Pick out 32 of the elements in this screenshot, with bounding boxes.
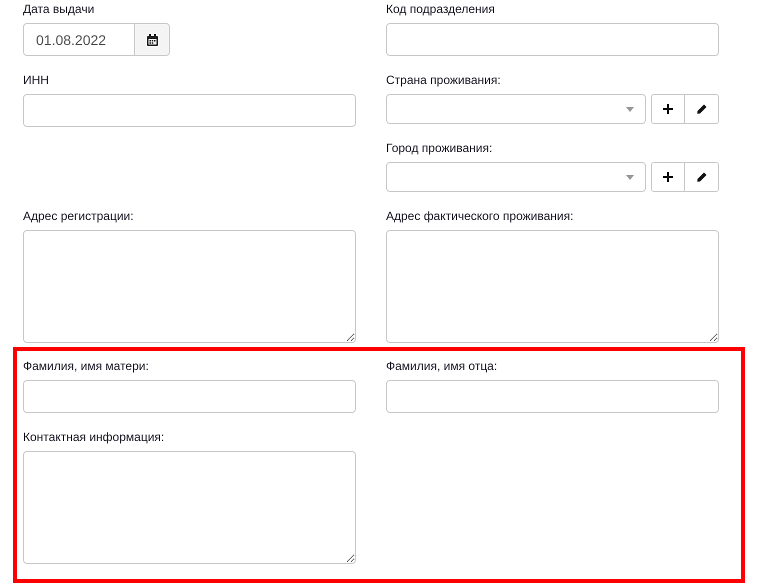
field-label: Фамилия, имя матери: [23,358,150,374]
input-field[interactable] [386,380,719,413]
field-label: Страна проживания: [386,72,502,88]
field-label: Контактная информация: [23,429,166,445]
field-label: Дата выдачи [23,1,96,17]
text-area[interactable] [386,230,719,343]
pencil-icon [696,172,706,182]
input-field[interactable] [23,94,356,127]
plus-icon [663,104,673,114]
field-label: Город проживания: [386,140,494,156]
calendar-icon [146,34,158,46]
input-field[interactable] [23,380,356,413]
add-button[interactable] [651,162,685,192]
field-label: Адрес фактического проживания: [386,208,574,224]
dropdown[interactable] [386,162,646,192]
text-area[interactable] [23,230,356,343]
caret-icon [626,106,634,112]
text-area[interactable] [23,451,356,564]
field-label: ИНН [23,72,50,88]
plus-icon [663,172,673,182]
edit-button[interactable] [685,162,719,192]
input-field[interactable] [386,23,719,56]
date-field[interactable]: 01.08.2022 [23,23,135,56]
field-label: Код подразделения [386,1,496,17]
edit-button[interactable] [685,94,719,124]
dropdown[interactable] [386,94,646,124]
field-label: Фамилия, имя отца: [386,358,498,374]
add-button[interactable] [651,94,685,124]
calendar-button[interactable] [135,23,170,56]
pencil-icon [696,104,706,114]
field-label: Адрес регистрации: [23,208,135,224]
caret-icon [626,174,634,180]
